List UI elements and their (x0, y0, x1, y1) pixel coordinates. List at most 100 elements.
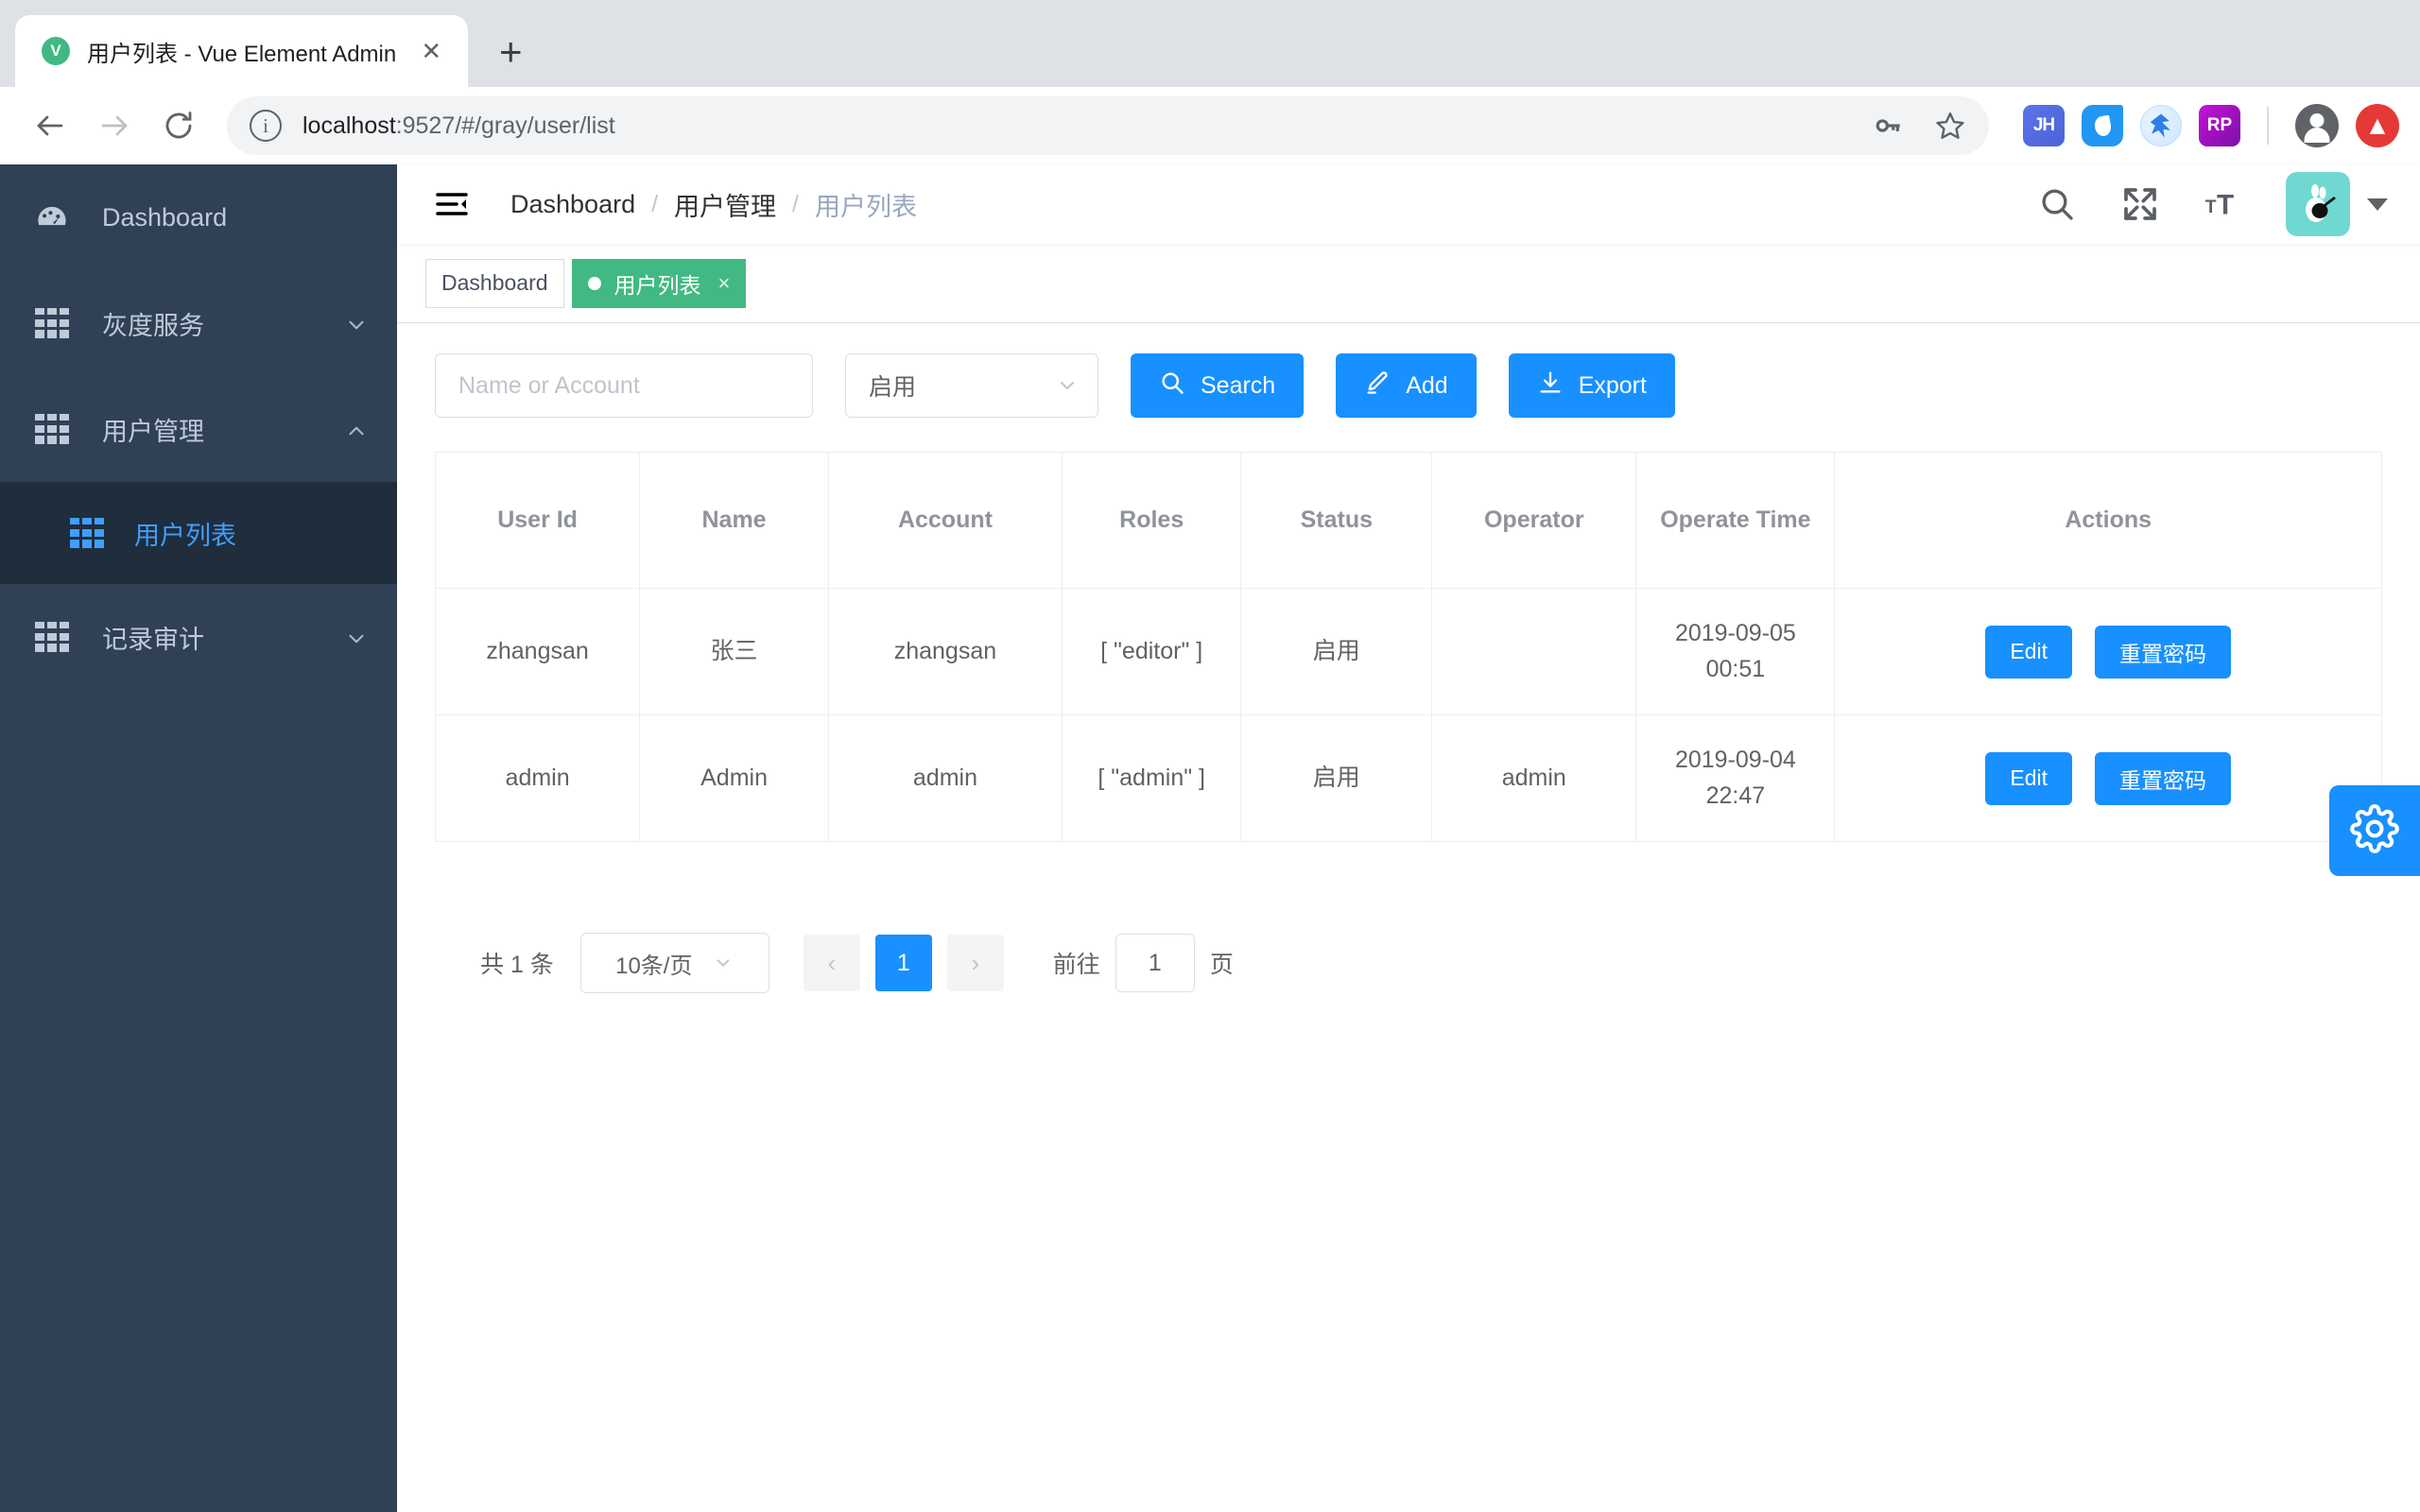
search-icon (1159, 369, 1185, 403)
settings-panel-button[interactable] (2329, 785, 2420, 876)
user-avatar-dropdown[interactable] (2286, 172, 2388, 236)
fullscreen-icon[interactable] (2119, 183, 2161, 225)
browser-tab-title: 用户列表 - Vue Element Admin (87, 41, 397, 67)
cell-operator (1431, 588, 1637, 715)
rp-extension-icon[interactable]: RP (2199, 105, 2240, 146)
main-column: Dashboard / 用户管理 / 用户列表 TT Dashboard 用户列… (397, 164, 2420, 1512)
chevron-down-icon (2367, 198, 2388, 211)
water-drop-extension-icon[interactable] (2082, 105, 2123, 146)
sidebar-item-label: Dashboard (102, 202, 228, 232)
column-header-actions[interactable]: Actions (1834, 452, 2382, 589)
export-button[interactable]: Export (1508, 353, 1675, 418)
filter-toolbar: Name or Account 启用 Search Add Export (435, 353, 2382, 418)
sidebar-item-audit-log[interactable]: 记录审计 (0, 584, 397, 690)
sidebar-item-gray-service[interactable]: 灰度服务 (0, 270, 397, 376)
cell-name: 张三 (639, 588, 829, 715)
update-arrow-icon[interactable]: ▲ (2356, 104, 2399, 147)
cell-operator: admin (1431, 714, 1637, 842)
avatar (2286, 172, 2350, 236)
column-header-account[interactable]: Account (828, 452, 1063, 589)
column-header-roles[interactable]: Roles (1062, 452, 1242, 589)
search-input[interactable]: Name or Account (435, 353, 813, 418)
tag-dashboard[interactable]: Dashboard (425, 258, 564, 308)
page-number-1[interactable]: 1 (874, 935, 932, 991)
column-header-status[interactable]: Status (1240, 452, 1433, 589)
extension-icons: JH RP ▲ (2023, 104, 2399, 147)
tag-label: 用户列表 (614, 272, 701, 298)
page-size-value: 10条/页 (615, 953, 693, 979)
prev-page-button[interactable]: ‹ (803, 935, 860, 991)
close-icon[interactable]: × (718, 271, 731, 296)
search-button[interactable]: Search (1131, 353, 1305, 418)
reset-password-button[interactable]: 重置密码 (2095, 625, 2232, 679)
jump-suffix-label: 页 (1209, 952, 1234, 978)
new-tab-button[interactable]: + (481, 23, 540, 81)
status-select[interactable]: 启用 (845, 353, 1098, 418)
sidebar-item-label: 用户列表 (134, 521, 236, 550)
font-size-icon[interactable]: TT (2203, 183, 2244, 225)
profile-avatar-icon[interactable] (2295, 104, 2339, 147)
export-button-label: Export (1578, 371, 1647, 399)
breadcrumb-item-dashboard[interactable]: Dashboard (510, 190, 635, 219)
column-header-name[interactable]: Name (639, 452, 829, 589)
cell-roles: [ "editor" ] (1062, 588, 1242, 715)
chevron-down-icon (1056, 374, 1079, 397)
vue-favicon-icon: V (42, 37, 70, 65)
jump-page-input[interactable]: 1 (1115, 934, 1195, 992)
sidebar-item-label: 用户管理 (102, 417, 204, 446)
bookmark-star-icon[interactable] (1921, 96, 1979, 155)
close-icon[interactable]: ✕ (413, 33, 449, 69)
grid-icon (32, 409, 72, 449)
sidebar-item-dashboard[interactable]: Dashboard (0, 164, 397, 270)
column-header-user-id[interactable]: User Id (435, 452, 641, 589)
sidebar-item-user-management[interactable]: 用户管理 (0, 376, 397, 482)
table-header-row: User Id Name Account Roles Status Operat… (435, 452, 2382, 589)
reset-password-button[interactable]: 重置密码 (2095, 751, 2232, 805)
tag-user-list[interactable]: 用户列表 × (571, 258, 747, 308)
column-header-operator[interactable]: Operator (1431, 452, 1637, 589)
svg-text:T: T (2217, 190, 2234, 221)
breadcrumb-item-user-list: 用户列表 (815, 192, 917, 221)
address-bar[interactable]: i localhost:9527/#/gray/user/list (227, 96, 1989, 155)
dashboard-icon (32, 198, 72, 237)
tag-label: Dashboard (441, 270, 548, 295)
browser-chrome: V 用户列表 - Vue Element Admin ✕ + i localho… (0, 0, 2420, 164)
browser-tabstrip: V 用户列表 - Vue Element Admin ✕ + (0, 0, 2420, 87)
cell-account: zhangsan (828, 588, 1063, 715)
back-icon[interactable] (21, 96, 79, 155)
cell-operate-time: 2019-09-04 22:47 (1635, 714, 1836, 842)
chevron-down-icon (344, 627, 365, 647)
reload-icon[interactable] (149, 96, 208, 155)
breadcrumb-separator: / (651, 190, 659, 217)
grid-icon (68, 514, 106, 552)
jump-prefix-label: 前往 (1052, 952, 1100, 978)
pagination: 共 1 条 10条/页 ‹ 1 › 前往 1 页 (435, 842, 2382, 993)
blue-bird-extension-icon[interactable] (2140, 105, 2182, 146)
edit-icon (1364, 369, 1391, 403)
browser-tab[interactable]: V 用户列表 - Vue Element Admin ✕ (15, 15, 469, 87)
page-size-select[interactable]: 10条/页 (579, 933, 769, 993)
add-button[interactable]: Add (1336, 353, 1477, 418)
sidebar-item-user-list[interactable]: 用户列表 (0, 482, 397, 584)
table-row[interactable]: admin Admin admin [ "admin" ] 启用 admin 2… (435, 714, 2382, 842)
download-icon (1537, 369, 1564, 403)
status-select-value: 启用 (869, 374, 917, 401)
password-key-icon[interactable] (1858, 96, 1917, 155)
column-header-operate-time[interactable]: Operate Time (1635, 452, 1836, 589)
url-host: localhost (302, 112, 396, 139)
hamburger-icon[interactable] (431, 183, 473, 225)
edit-button[interactable]: Edit (1985, 751, 2073, 805)
sidebar-item-label: 灰度服务 (102, 311, 204, 340)
forward-icon[interactable] (85, 96, 144, 155)
svg-text:T: T (2205, 198, 2217, 217)
edit-button[interactable]: Edit (1985, 625, 2073, 679)
add-button-label: Add (1406, 371, 1448, 399)
search-icon[interactable] (2036, 183, 2078, 225)
next-page-button[interactable]: › (946, 935, 1004, 991)
chevron-down-icon (344, 313, 365, 334)
table-row[interactable]: zhangsan 张三 zhangsan [ "editor" ] 启用 201… (435, 588, 2382, 715)
grid-icon (32, 303, 72, 343)
site-info-icon[interactable]: i (250, 110, 282, 142)
jh-extension-icon[interactable]: JH (2023, 105, 2065, 146)
breadcrumb-item-user-management[interactable]: 用户管理 (674, 186, 776, 223)
